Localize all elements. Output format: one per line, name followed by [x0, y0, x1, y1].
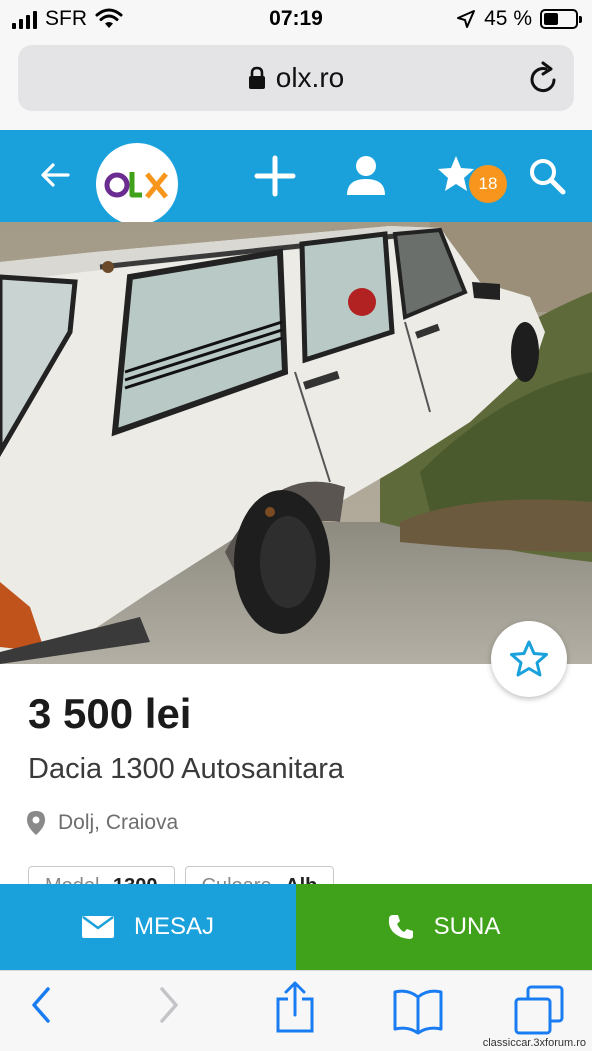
listing-photo[interactable] — [0, 222, 592, 664]
search-icon[interactable] — [528, 157, 566, 195]
status-right: 45 % — [456, 7, 582, 31]
contact-action-bar: MESAJ SUNA — [0, 884, 592, 970]
tabs-icon[interactable] — [514, 985, 564, 1035]
battery-icon — [540, 9, 582, 29]
olx-logo-mark — [104, 172, 168, 199]
chevron-right-icon[interactable] — [158, 983, 182, 1027]
add-to-favorites-button[interactable] — [491, 621, 567, 697]
location-text: Dolj, Craiova — [58, 811, 179, 834]
user-icon[interactable] — [344, 153, 388, 197]
star-outline-icon — [510, 640, 548, 677]
call-button-label: SUNA — [433, 913, 501, 940]
listing-location: Dolj, Craiova — [26, 810, 178, 836]
battery-level — [544, 13, 558, 25]
back-arrow-icon[interactable] — [38, 158, 72, 192]
url-text: olx.ro — [275, 62, 345, 93]
battery-percent: 45 % — [484, 7, 532, 30]
location-arrow-icon — [457, 10, 476, 28]
browser-top-bar: olx.ro — [0, 40, 592, 130]
map-pin-icon — [27, 811, 45, 835]
favorites-count-badge[interactable]: 18 — [469, 165, 507, 203]
plus-icon[interactable] — [254, 155, 296, 197]
watermark: classiccar.3xforum.ro — [482, 1037, 586, 1049]
bookmarks-icon[interactable] — [392, 989, 444, 1035]
listing-price: 3 500 lei — [28, 690, 192, 737]
envelope-icon — [81, 916, 114, 938]
share-icon[interactable] — [274, 981, 316, 1033]
car-photo-illustration — [0, 222, 592, 664]
lock-icon — [248, 66, 265, 89]
olx-logo[interactable] — [96, 143, 178, 225]
address-bar[interactable]: olx.ro — [18, 45, 574, 111]
call-button[interactable]: SUNA — [296, 884, 592, 970]
reload-icon[interactable] — [528, 61, 560, 95]
chevron-left-icon[interactable] — [28, 983, 52, 1027]
phone-icon — [388, 915, 413, 939]
message-button-label: MESAJ — [133, 913, 214, 940]
status-bar: SFR 07:19 45 % — [0, 0, 592, 40]
listing-title: Dacia 1300 Autosanitara — [28, 753, 344, 785]
message-button[interactable]: MESAJ — [0, 884, 296, 970]
